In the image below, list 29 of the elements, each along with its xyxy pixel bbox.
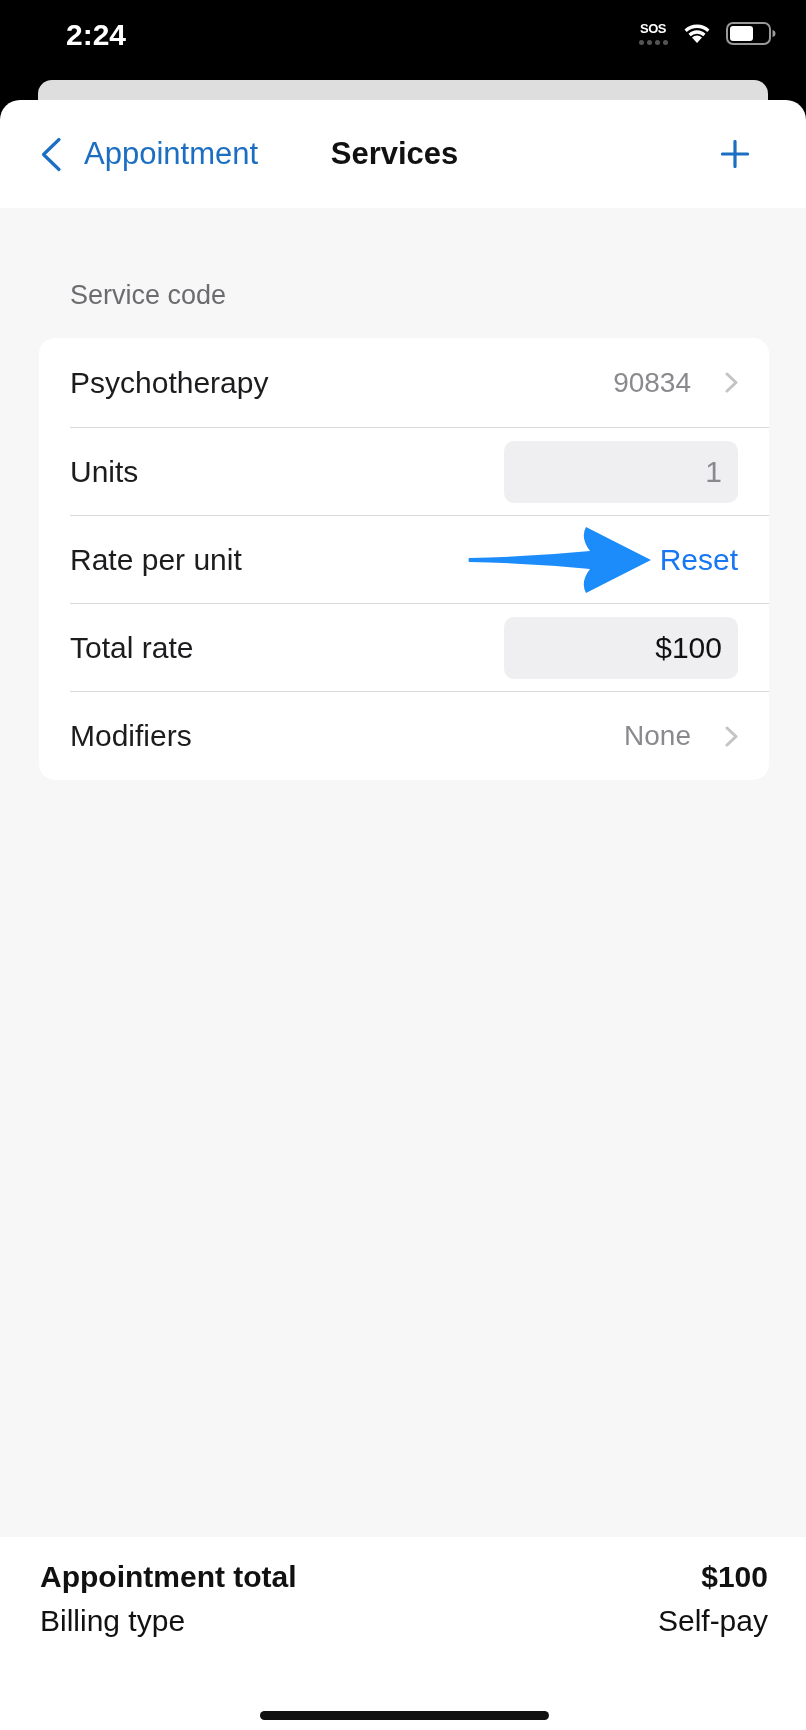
row-label: Units	[70, 453, 139, 490]
disclosure-button[interactable]: 90834	[613, 364, 738, 401]
input-field[interactable]: 1	[504, 440, 738, 503]
summary-label: Appointment total	[40, 1559, 297, 1595]
sos-label: SOS	[640, 22, 666, 36]
row-value: None	[624, 719, 691, 753]
chevron-right-icon	[725, 372, 738, 393]
row-label: Total rate	[70, 629, 194, 666]
chevron-right-icon	[725, 725, 738, 747]
row-label: Psychotherapy	[70, 364, 269, 401]
section-header: Service code	[69, 279, 228, 312]
nav-title: Services	[330, 135, 459, 173]
add-button[interactable]	[721, 140, 749, 168]
row-value: 90834	[613, 365, 691, 400]
signal-dots-icon	[638, 40, 668, 45]
summary-value: $100	[701, 1559, 768, 1595]
wifi-icon	[682, 22, 712, 44]
reset-link[interactable]: Reset	[659, 540, 738, 579]
disclosure-button[interactable]: None	[624, 718, 738, 754]
status-time: 2:24	[66, 17, 127, 53]
row-label: Rate per unit	[70, 541, 242, 578]
summary-label: Billing type	[40, 1603, 186, 1639]
back-button[interactable]: Appointment	[40, 134, 259, 174]
summary-value: Self-pay	[657, 1603, 768, 1639]
input-field[interactable]: $100	[504, 616, 738, 679]
battery-icon	[726, 22, 776, 45]
row-label: Modifiers	[70, 718, 192, 754]
chevron-left-icon	[40, 136, 62, 172]
plus-icon	[721, 140, 749, 168]
